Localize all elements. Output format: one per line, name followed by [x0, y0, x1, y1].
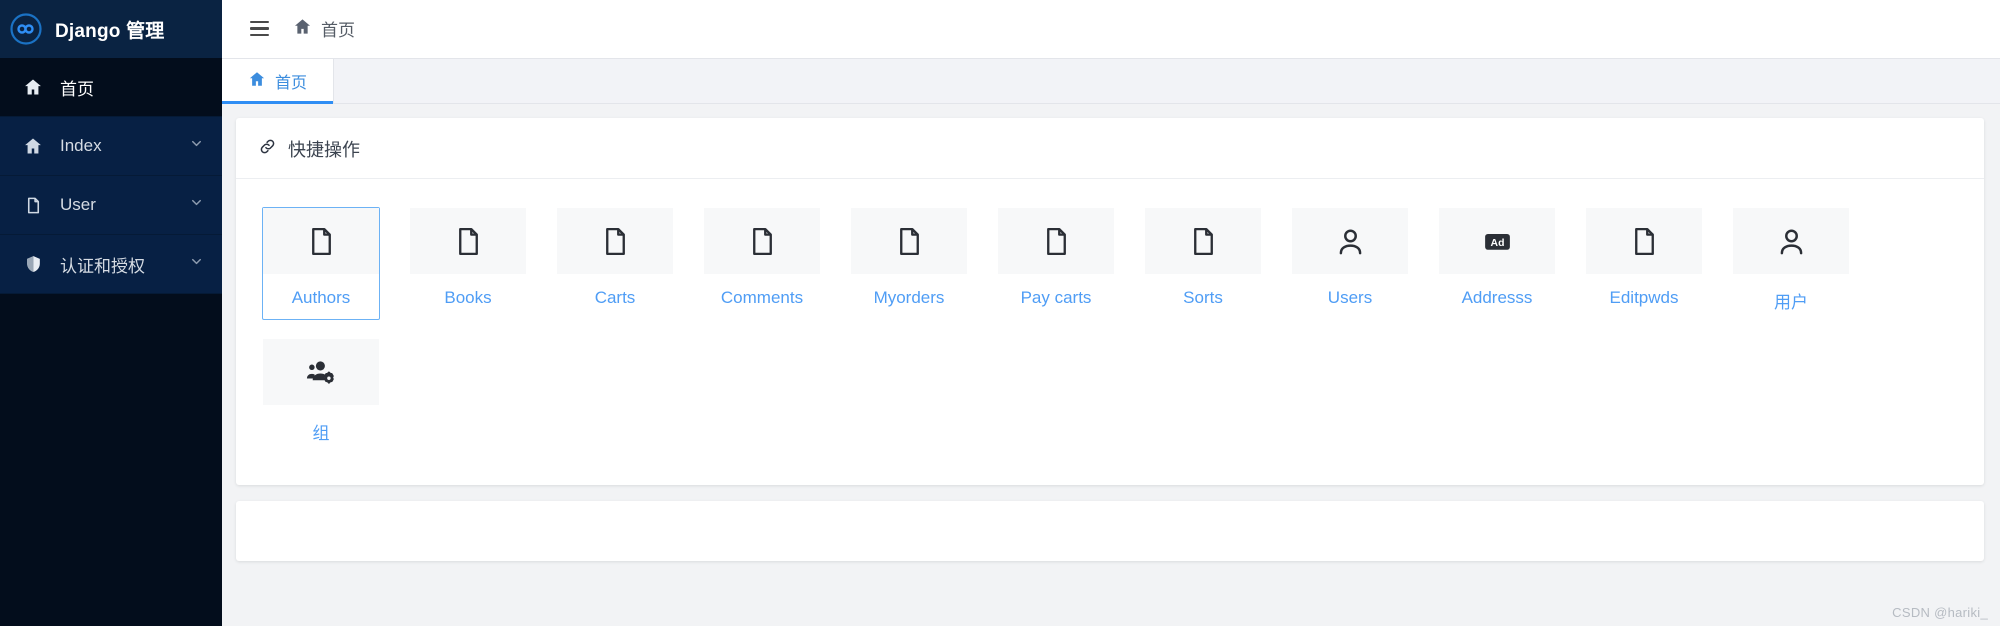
sidebar: Django 管理 首页 Index User 认证和授权 [0, 0, 222, 626]
tile-label: Pay carts [1020, 288, 1092, 307]
quick-actions-grid: Authors Books Carts Comments Myorders Pa… [262, 207, 1958, 451]
home-icon [248, 70, 266, 93]
tile-label: Sorts [1183, 288, 1223, 307]
tile-label: Carts [594, 288, 636, 307]
link-icon [258, 137, 277, 161]
brand-title: Django 管理 [55, 20, 165, 42]
sidebar-item-auth[interactable]: 认证和授权 [0, 235, 222, 294]
file-icon [263, 208, 379, 274]
sidebar-item-index[interactable]: Index [0, 117, 222, 176]
tile-label: Comments [720, 288, 804, 307]
quick-actions-card: 快捷操作 Authors Books Carts Comments Myorde… [236, 118, 1984, 485]
user-icon [1733, 208, 1849, 274]
tile-label: Addresss [1461, 288, 1533, 307]
file-icon [1145, 208, 1261, 274]
tile-books[interactable]: Books [409, 207, 527, 320]
tile-sorts[interactable]: Sorts [1144, 207, 1262, 320]
breadcrumb[interactable]: 首页 [293, 16, 355, 41]
chevron-down-icon[interactable] [189, 254, 204, 274]
quick-actions-header: 快捷操作 [236, 118, 1984, 179]
file-icon [998, 208, 1114, 274]
sidebar-item-home[interactable]: 首页 [0, 58, 222, 117]
sidebar-item-label: Index [60, 136, 102, 155]
file-icon [704, 208, 820, 274]
tile-group-cn[interactable]: 组 [262, 338, 380, 451]
tab-home[interactable]: 首页 [222, 59, 335, 104]
tile-user-cn[interactable]: 用户 [1732, 207, 1850, 320]
shield-icon [22, 254, 44, 274]
sidebar-item-label: 首页 [60, 79, 94, 99]
tile-label: 组 [312, 424, 330, 443]
tile-label: Users [1327, 288, 1373, 307]
quick-actions-body: Authors Books Carts Comments Myorders Pa… [236, 179, 1984, 485]
sidebar-item-label: 认证和授权 [60, 256, 145, 276]
sidebar-filler [0, 294, 222, 626]
tile-label: Books [444, 288, 492, 307]
quick-actions-title: 快捷操作 [288, 140, 360, 160]
tile-myorders[interactable]: Myorders [850, 207, 968, 320]
tile-carts[interactable]: Carts [556, 207, 674, 320]
tile-label: Editpwds [1609, 288, 1679, 307]
tile-label: Myorders [873, 288, 945, 307]
main-area: 首页 首页 快捷操作 Authors Books Carts Comments … [222, 0, 2000, 626]
infinity-circle-icon [9, 12, 43, 46]
tile-addresss[interactable]: Ad Addresss [1438, 207, 1556, 320]
content-area: 快捷操作 Authors Books Carts Comments Myorde… [222, 104, 2000, 626]
brand-header[interactable]: Django 管理 [0, 0, 222, 58]
tab-label: 首页 [275, 75, 308, 92]
tab-bar: 首页 [222, 58, 2000, 104]
tile-authors[interactable]: Authors [262, 207, 380, 320]
tile-users[interactable]: Users [1291, 207, 1409, 320]
secondary-card [236, 501, 1984, 561]
users-cog-icon [263, 339, 379, 405]
tile-pay-carts[interactable]: Pay carts [997, 207, 1115, 320]
chevron-down-icon[interactable] [189, 195, 204, 215]
home-icon [293, 17, 312, 41]
file-icon [410, 208, 526, 274]
home-icon [22, 136, 44, 156]
file-icon [851, 208, 967, 274]
tile-label: 用户 [1774, 293, 1808, 312]
admin-page: Django 管理 首页 Index User 认证和授权 首页 首页 快捷操作… [0, 0, 2000, 626]
sidebar-item-user[interactable]: User [0, 176, 222, 235]
sidebar-nav: 首页 Index User 认证和授权 [0, 58, 222, 294]
chevron-down-icon[interactable] [189, 136, 204, 156]
home-icon [22, 77, 44, 97]
svg-text:Ad: Ad [1490, 237, 1504, 248]
top-bar: 首页 [222, 0, 2000, 58]
ad-badge-icon: Ad [1439, 208, 1555, 274]
tile-label: Authors [291, 288, 351, 307]
sidebar-item-label: User [60, 195, 96, 214]
breadcrumb-label: 首页 [321, 21, 355, 40]
user-icon [1292, 208, 1408, 274]
tile-editpwds[interactable]: Editpwds [1585, 207, 1703, 320]
file-icon [22, 196, 44, 215]
file-icon [557, 208, 673, 274]
hamburger-icon[interactable] [248, 17, 271, 41]
tile-comments[interactable]: Comments [703, 207, 821, 320]
watermark: CSDN @hariki_ [1892, 605, 1988, 620]
file-icon [1586, 208, 1702, 274]
